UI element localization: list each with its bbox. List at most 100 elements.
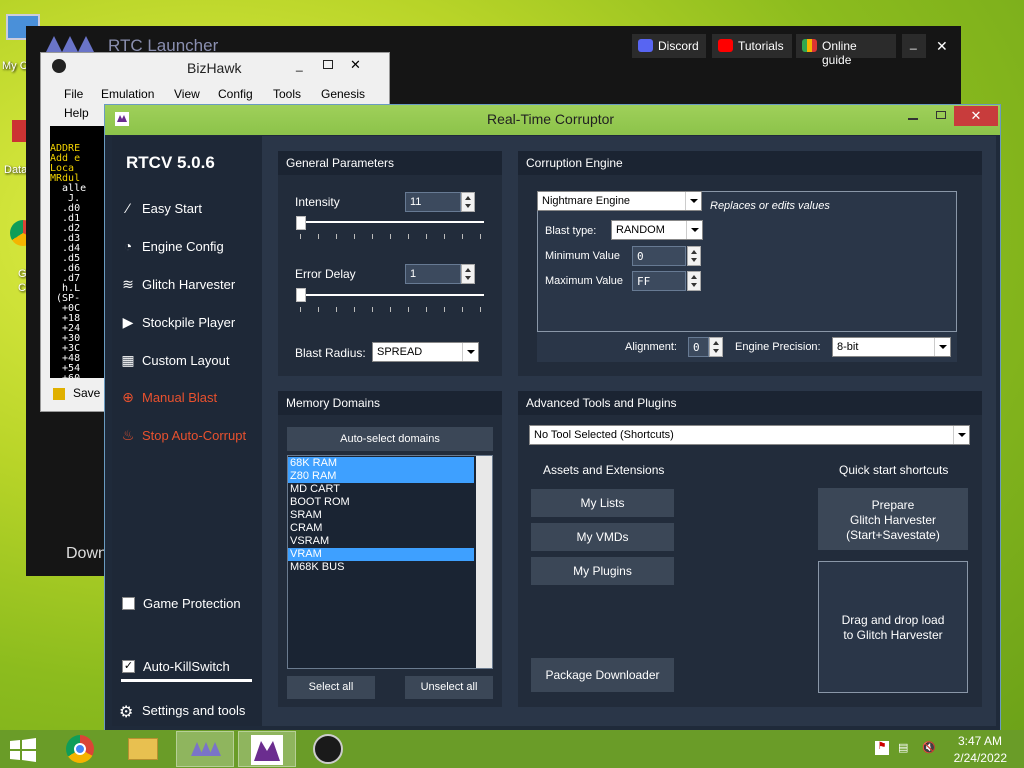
- launcher-close-button[interactable]: ✕: [936, 38, 948, 55]
- engine-precision-value: 8-bit: [837, 341, 859, 353]
- rtc-minimize-button[interactable]: [908, 118, 918, 120]
- play-icon: ▶: [122, 314, 134, 330]
- sidebar-item-label: Easy Start: [142, 201, 202, 216]
- drop-line: to Glitch Harvester: [843, 628, 943, 642]
- error-delay-input[interactable]: 1: [405, 264, 461, 284]
- chevron-down-icon: [934, 338, 950, 356]
- blast-type-label: Blast type:: [545, 225, 597, 237]
- guide-icon: [802, 39, 817, 52]
- list-item[interactable]: BOOT ROM: [288, 496, 350, 509]
- desktop-icon-label: C: [18, 282, 26, 294]
- settings-and-tools-button[interactable]: Settings and tools: [142, 703, 245, 718]
- minimum-value-spinner[interactable]: [687, 246, 701, 266]
- quick-start-title: Quick start shortcuts: [839, 463, 949, 477]
- taskbar-chrome[interactable]: [52, 731, 110, 767]
- prepare-line: Glitch Harvester: [849, 513, 937, 527]
- bizhawk-menu-tools[interactable]: Tools: [273, 87, 301, 101]
- blast-type-select[interactable]: RANDOM: [611, 220, 703, 240]
- chevron-down-icon: [685, 192, 701, 210]
- auto-select-domains-button[interactable]: Auto-select domains: [287, 427, 493, 451]
- package-downloader-button[interactable]: Package Downloader: [531, 658, 674, 692]
- engine-precision-select[interactable]: 8-bit: [832, 337, 951, 357]
- drag-drop-zone[interactable]: Drag and drop load to Glitch Harvester: [818, 561, 968, 693]
- my-vmds-button[interactable]: My VMDs: [531, 523, 674, 551]
- chevron-down-icon: [686, 221, 702, 239]
- gauge-icon: ◔: [123, 238, 133, 254]
- youtube-icon: [718, 39, 733, 52]
- auto-killswitch-checkbox[interactable]: ✓: [122, 660, 135, 673]
- list-item[interactable]: 68K RAM: [288, 457, 474, 470]
- list-item[interactable]: MD CART: [288, 483, 340, 496]
- maximum-value-spinner[interactable]: [687, 271, 701, 291]
- bizhawk-maximize-button[interactable]: [323, 60, 333, 69]
- bizhawk-title: BizHawk: [187, 60, 242, 76]
- minimize-icon: _: [910, 36, 917, 50]
- tool-select[interactable]: No Tool Selected (Shortcuts): [529, 425, 970, 445]
- intensity-spinner[interactable]: [461, 192, 475, 212]
- bizhawk-menu-view[interactable]: View: [174, 87, 200, 101]
- my-plugins-button[interactable]: My Plugins: [531, 557, 674, 585]
- launcher-download-text: Down: [66, 545, 107, 562]
- alignment-input[interactable]: 0: [688, 337, 709, 357]
- rtc-maximize-button[interactable]: [936, 111, 946, 119]
- game-protection-label: Game Protection: [143, 596, 241, 611]
- windows-start-icon[interactable]: [8, 737, 38, 763]
- game-protection-checkbox[interactable]: [122, 597, 135, 610]
- desktop-icon-label: My C: [2, 60, 28, 72]
- bizhawk-game-screen: ADDRE Add e Loca MRdul alle J. .d0 .d1 .d2 …: [50, 126, 108, 378]
- error-delay-spinner[interactable]: [461, 264, 475, 284]
- launcher-minimize-button[interactable]: _: [902, 34, 926, 58]
- list-item[interactable]: VRAM: [288, 548, 474, 561]
- online-guide-button[interactable]: Online guide: [796, 34, 896, 67]
- sidebar-item-label: Stop Auto-Corrupt: [142, 428, 247, 443]
- error-delay-slider-track: [296, 294, 484, 296]
- engine-select[interactable]: Nightmare Engine: [537, 191, 702, 211]
- my-lists-button[interactable]: My Lists: [531, 489, 674, 517]
- taskbar-rtc-launcher[interactable]: [176, 731, 234, 767]
- prepare-glitch-harvester-button[interactable]: Prepare Glitch Harvester (Start+Savestat…: [818, 488, 968, 550]
- memory-domains-scrollbar[interactable]: [476, 456, 492, 668]
- list-item[interactable]: SRAM: [288, 509, 322, 522]
- discord-button[interactable]: Discord: [632, 34, 706, 58]
- unselect-all-button[interactable]: Unselect all: [405, 676, 493, 699]
- error-delay-slider-thumb[interactable]: [296, 288, 306, 302]
- action-center-flag-icon[interactable]: ⚑: [875, 741, 889, 755]
- minimum-value-label: Minimum Value: [545, 250, 620, 262]
- tutorials-button[interactable]: Tutorials: [712, 34, 792, 58]
- network-icon[interactable]: ▤: [898, 741, 914, 755]
- select-all-button[interactable]: Select all: [287, 676, 375, 699]
- bizhawk-close-button[interactable]: ✕: [350, 57, 361, 73]
- rtc-title: Real-Time Corruptor: [487, 111, 615, 127]
- rtc-close-button[interactable]: ✕: [954, 106, 998, 126]
- list-item[interactable]: Z80 RAM: [288, 470, 474, 483]
- intensity-input[interactable]: 11: [405, 192, 461, 212]
- blast-type-value: RANDOM: [616, 224, 665, 236]
- list-item[interactable]: CRAM: [288, 522, 322, 535]
- blast-radius-select[interactable]: SPREAD: [372, 342, 479, 362]
- error-delay-label: Error Delay: [295, 267, 356, 281]
- bizhawk-menu-genesis[interactable]: Genesis: [321, 87, 365, 101]
- bizhawk-menu-emulation[interactable]: Emulation: [101, 87, 154, 101]
- minimum-value-input[interactable]: 0: [632, 246, 686, 266]
- bizhawk-minimize-button[interactable]: _: [296, 58, 303, 72]
- blast-radius-value: SPREAD: [377, 346, 423, 358]
- list-item[interactable]: VSRAM: [288, 535, 329, 548]
- advanced-tools-title: Advanced Tools and Plugins: [526, 396, 677, 410]
- discord-icon: [638, 39, 653, 52]
- taskbar-rtc[interactable]: [238, 731, 296, 767]
- taskbar-time[interactable]: 3:47 AM: [944, 734, 1002, 748]
- taskbar-bizhawk[interactable]: [300, 731, 358, 767]
- bizhawk-menu-help[interactable]: Help: [64, 106, 89, 120]
- bizhawk-menu-config[interactable]: Config: [218, 87, 253, 101]
- taskbar-date[interactable]: 2/24/2022: [944, 751, 1007, 765]
- list-item[interactable]: M68K BUS: [288, 561, 344, 574]
- taskbar-file-explorer[interactable]: [114, 731, 172, 767]
- prepare-line: Prepare: [871, 498, 915, 512]
- intensity-slider-thumb[interactable]: [296, 216, 306, 230]
- volume-muted-icon[interactable]: 🔇: [922, 741, 938, 755]
- maximum-value-input[interactable]: FF: [632, 271, 686, 291]
- tutorials-label: Tutorials: [738, 39, 784, 53]
- alignment-spinner[interactable]: [709, 337, 723, 357]
- bizhawk-menu-file[interactable]: File: [64, 87, 83, 101]
- drop-line: Drag and drop load: [841, 613, 945, 627]
